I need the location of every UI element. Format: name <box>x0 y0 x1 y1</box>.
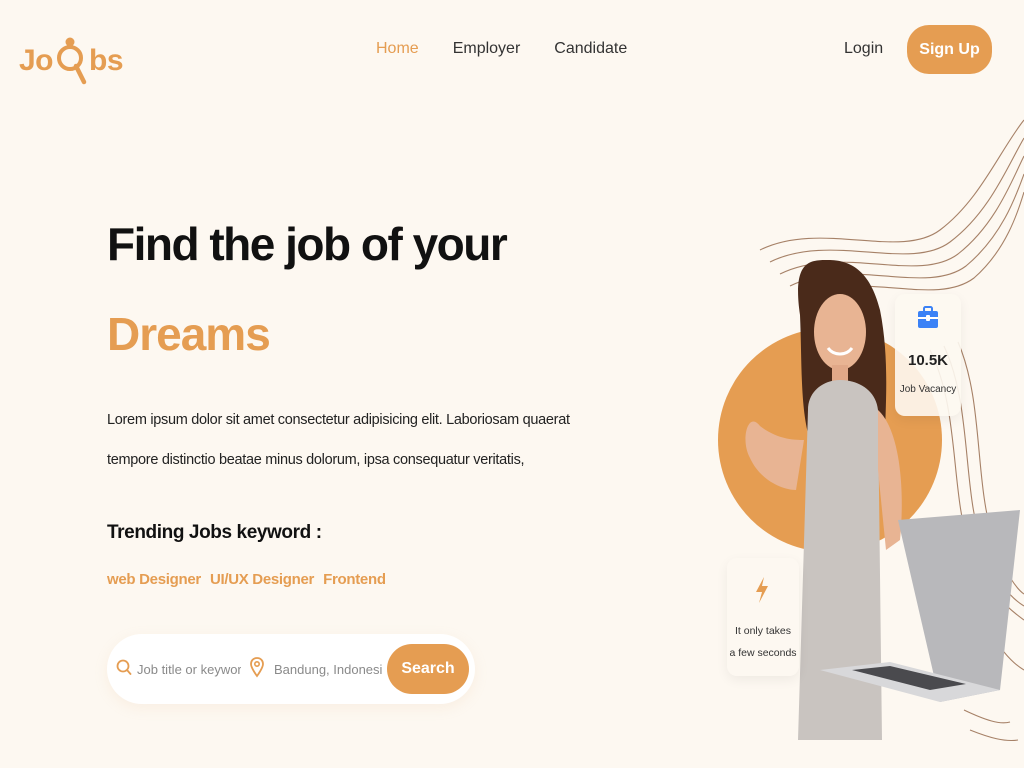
trending-tags: web Designer UI/UX Designer Frontend <box>107 571 386 588</box>
magnifier-logo-icon <box>54 30 88 85</box>
search-button[interactable]: Search <box>387 644 469 694</box>
location-pin-icon <box>249 656 265 685</box>
keyword-input[interactable] <box>137 656 241 682</box>
hero-description: Lorem ipsum dolor sit amet consectetur a… <box>107 412 570 468</box>
location-input[interactable] <box>274 656 382 682</box>
speed-line-1: It only takes <box>734 625 792 637</box>
logo-text-left: Jo <box>19 44 54 77</box>
job-vacancy-label: Job Vacancy <box>899 384 957 395</box>
login-link[interactable]: Login <box>844 40 883 58</box>
trending-tag[interactable]: UI/UX Designer <box>210 571 314 588</box>
nav-link-employer[interactable]: Employer <box>453 40 521 58</box>
brand-logo[interactable]: Jo bs <box>19 22 124 85</box>
briefcase-icon <box>917 306 939 335</box>
trending-title: Trending Jobs keyword : <box>107 522 322 543</box>
search-icon <box>115 658 133 683</box>
hero-accent-word: Dreams <box>107 308 271 360</box>
speed-line-2: a few seconds <box>729 647 797 659</box>
job-vacancy-count: 10.5K <box>907 352 949 369</box>
logo-text-right: bs <box>89 44 124 77</box>
speed-card: It only takes a few seconds <box>727 558 799 676</box>
hero-title: Find the job of your <box>107 218 508 270</box>
nav-link-candidate[interactable]: Candidate <box>554 40 627 58</box>
job-vacancy-card: 10.5K Job Vacancy <box>895 294 961 416</box>
lightning-icon <box>755 576 769 609</box>
signup-button[interactable]: Sign Up <box>907 25 992 74</box>
nav-link-home[interactable]: Home <box>376 40 419 58</box>
trending-tag[interactable]: Frontend <box>323 571 386 588</box>
trending-tag[interactable]: web Designer <box>107 571 201 588</box>
main-nav: Home Employer Candidate <box>376 40 627 58</box>
job-search-bar: Search <box>107 634 475 704</box>
